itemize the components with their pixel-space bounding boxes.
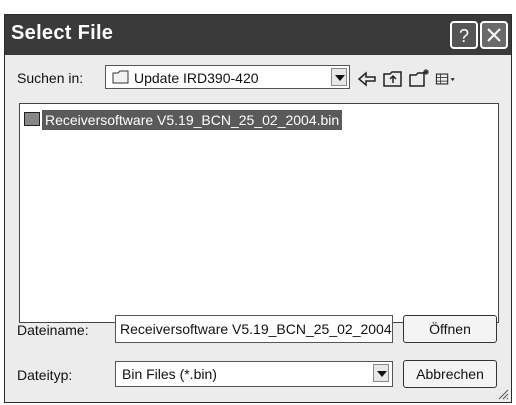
select-file-dialog: Select File ? Suchen in: Update IRD390-4… <box>4 14 512 403</box>
bin-file-icon <box>24 112 40 126</box>
lookin-value: Update IRD390-420 <box>134 70 259 86</box>
filetype-combo[interactable]: Bin Files (*.bin) <box>115 361 393 387</box>
chevron-down-icon <box>377 371 387 377</box>
resize-grip-icon[interactable] <box>497 388 509 400</box>
up-folder-icon[interactable] <box>381 67 405 91</box>
file-list[interactable]: Receiversoftware V5.19_BCN_25_02_2004.bi… <box>19 103 499 323</box>
filename-field[interactable]: Receiversoftware V5.19_BCN_25_02_2004.bi… <box>115 315 393 343</box>
back-arrow-icon[interactable] <box>355 67 379 91</box>
filetype-value: Bin Files (*.bin) <box>122 366 217 382</box>
cancel-button[interactable]: Abbrechen <box>403 360 497 388</box>
lookin-label: Suchen in: <box>17 70 84 86</box>
filetype-label: Dateityp: <box>17 367 73 383</box>
question-mark-icon: ? <box>459 26 469 46</box>
svg-text:?: ? <box>459 26 469 46</box>
lookin-dropdown-button[interactable] <box>331 68 347 86</box>
folder-icon <box>112 70 129 84</box>
help-button[interactable]: ? <box>450 21 478 49</box>
new-folder-icon[interactable] <box>407 67 431 91</box>
lookin-combo[interactable]: Update IRD390-420 <box>105 65 350 89</box>
chevron-down-icon <box>335 75 345 81</box>
window-title: Select File <box>11 22 114 44</box>
view-menu-icon[interactable] <box>435 67 459 91</box>
open-button[interactable]: Öffnen <box>403 315 497 343</box>
filetype-dropdown-button[interactable] <box>373 364 389 382</box>
file-name: Receiversoftware V5.19_BCN_25_02_2004.bi… <box>42 110 343 130</box>
title-bar[interactable]: Select File ? <box>5 15 511 55</box>
close-icon <box>487 28 501 42</box>
close-button[interactable] <box>480 21 508 49</box>
filename-label: Dateiname: <box>17 322 89 338</box>
